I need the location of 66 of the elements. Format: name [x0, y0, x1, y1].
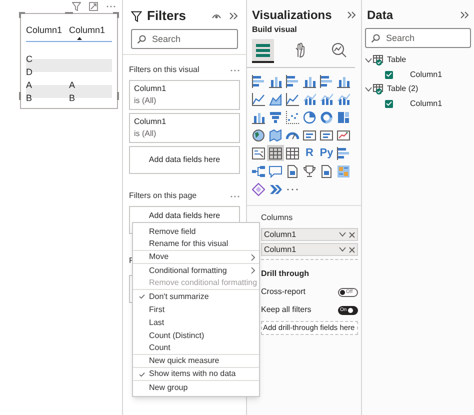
filter-card[interactable]: Column1 is (All) [129, 80, 240, 110]
menu-item-label: Rename for this visual [149, 238, 230, 250]
menu-item[interactable]: Rename for this visual [133, 238, 259, 251]
column-header[interactable]: Column1 [69, 25, 112, 41]
filter-card[interactable]: Column1 is (All) [129, 113, 240, 143]
menu-item[interactable]: New group [133, 381, 259, 394]
menu-item-label: New quick measure [149, 355, 220, 367]
field-well-item[interactable]: Column1 [261, 228, 358, 241]
section-title: Columns [261, 212, 294, 224]
menu-item-label: Don't summarize [149, 290, 210, 302]
table-cell: D [26, 67, 32, 77]
field-name: Column1 [410, 68, 442, 80]
table-cell: B [26, 93, 32, 103]
menu-item-label: Count (Distinct) [149, 330, 206, 342]
drop-zone[interactable]: Add data fields here [129, 146, 240, 174]
menu-item[interactable]: Move [133, 251, 259, 264]
menu-item[interactable]: New quick measure [133, 355, 259, 368]
section-title: Build visual [251, 24, 298, 36]
search-field[interactable]: Search [365, 28, 471, 48]
table-name: Table [387, 54, 406, 66]
table-cell: C [26, 54, 32, 64]
field-name: Column1 [410, 98, 442, 110]
toggle-label: Keep all filters [261, 304, 312, 316]
menu-item[interactable]: Conditional formatting [133, 264, 259, 277]
menu-item-label: First [149, 304, 166, 316]
filter-summary: is (All) [134, 96, 158, 106]
menu-item[interactable]: Count [133, 342, 259, 355]
section-title: Drill through [261, 268, 310, 280]
filter-field-name: Column1 [134, 117, 168, 127]
section-title: Filters on this page [129, 190, 197, 202]
filter-field-name: Column1 [134, 84, 168, 94]
field-well-item[interactable]: Column1 [261, 243, 358, 256]
menu-item[interactable]: Don't summarize [133, 290, 259, 303]
column-header[interactable]: Column1 [26, 25, 69, 41]
menu-item-label: Last [149, 316, 166, 328]
pane-title: Data [367, 7, 394, 24]
pane-title: Filters [147, 7, 186, 26]
field-name: Column1 [264, 244, 298, 256]
visual-type-button[interactable]: Py [318, 145, 335, 161]
menu-item[interactable]: First [133, 303, 259, 316]
menu-item-label: Remove conditional formatting [149, 277, 258, 289]
menu-item-label: Conditional formatting [149, 264, 228, 276]
table-cell: B [69, 93, 76, 103]
pane-title: Visualizations [252, 7, 332, 24]
tree-item[interactable]: Table [365, 53, 474, 67]
toggle-label: Cross-report [261, 286, 306, 298]
menu-item-label: Move [149, 251, 170, 263]
drop-hint: Add data fields here [148, 211, 220, 221]
field-name: Column1 [264, 228, 298, 240]
search-field[interactable]: Search [131, 29, 238, 49]
table-cell: A [69, 80, 76, 90]
table-name: Table (2) [387, 83, 418, 95]
drop-hint: Add data fields here [148, 154, 220, 166]
menu-item-label: New group [149, 382, 189, 394]
visual-type-button[interactable]: R [301, 145, 318, 161]
menu-item[interactable]: Last [133, 316, 259, 329]
menu-item-label: Count [149, 342, 172, 354]
filter-summary: is (All) [134, 129, 158, 139]
menu-item-label: Show items with no data [149, 368, 237, 380]
table-cell: A [26, 80, 32, 90]
menu-item[interactable]: Show items with no data [133, 368, 259, 381]
tree-item[interactable]: Table (2) [365, 82, 474, 96]
section-title: Filters on this visual [129, 64, 200, 76]
tree-item[interactable]: Column1 [365, 67, 474, 82]
tree-item[interactable]: Column1 [365, 96, 474, 111]
menu-item[interactable]: Count (Distinct) [133, 329, 259, 342]
